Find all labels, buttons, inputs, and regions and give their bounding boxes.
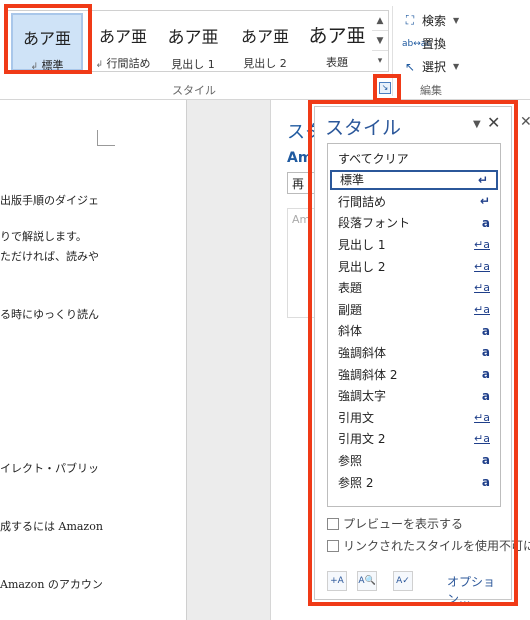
styles-pane: スタイル ▼ ✕ すべてクリア 標準 ↵ 行間詰め ↵ 段落フォント a 見出し 1 ↵a 見出し… xyxy=(314,106,530,606)
style-item-label: 副題 xyxy=(338,302,363,317)
gallery-item-heading-2[interactable]: あア亜 見出し 2 xyxy=(229,13,301,71)
edit-group-label: 編集 xyxy=(420,84,442,97)
style-type-icon: ↵a xyxy=(474,432,490,446)
options-link[interactable]: オプション... xyxy=(447,573,511,607)
style-item[interactable]: 強調太字 a xyxy=(330,386,498,406)
style-item-label: 表題 xyxy=(338,281,363,296)
style-item[interactable]: 参照 2 a xyxy=(330,472,498,492)
style-item[interactable]: 強調斜体 a xyxy=(330,342,498,362)
binoculars-icon: ⛶ xyxy=(405,13,415,27)
close-icon[interactable]: ✕ xyxy=(520,114,530,130)
styles-pane-title: スタイル xyxy=(325,117,402,139)
style-item[interactable]: 参照 a xyxy=(330,450,498,470)
new-style-icon[interactable]: +A xyxy=(327,571,347,591)
find-button[interactable]: ⛶ 検索 ▼ xyxy=(402,12,459,29)
style-item[interactable]: 見出し 1 ↵a xyxy=(330,234,498,254)
gallery-item-heading-1[interactable]: あア亜 見出し 1 xyxy=(157,13,229,71)
gallery-scroll: ▲ ▼ ▾ xyxy=(372,10,389,72)
cursor-icon: ↖ xyxy=(404,59,416,74)
style-type-icon: ↵ xyxy=(479,194,490,209)
doc-line: イレクト・パブリッ xyxy=(0,462,99,475)
gallery-item-normal[interactable]: あア亜 ↲ 標準 xyxy=(11,13,83,72)
style-inspector-icon[interactable]: A🔍 xyxy=(357,571,377,591)
pane-options-icon[interactable]: ▼ xyxy=(473,119,481,130)
doc-line: 成するには Amazon xyxy=(0,520,103,533)
doc-line: りで解説します。 xyxy=(0,230,87,243)
select-button[interactable]: ↖ 選択 ▼ xyxy=(402,58,459,75)
style-item-label: 斜体 xyxy=(338,324,363,339)
style-type-icon: a xyxy=(481,367,490,381)
style-item[interactable]: 標準 ↵ xyxy=(330,169,498,190)
doc-line: る時にゆっくり読ん xyxy=(0,308,99,321)
style-type-icon: a xyxy=(481,475,490,489)
style-item[interactable]: 見出し 2 ↵a xyxy=(330,256,498,276)
styles-group-label: スタイル xyxy=(172,84,216,97)
style-type-icon: ↵a xyxy=(474,237,490,251)
ribbon: あア亜 ↲ 標準 あア亜 ↲ 行間詰め あア亜 見出し 1 あア亜 見出し 2 … xyxy=(0,0,530,100)
style-item-label: 見出し 2 xyxy=(338,259,386,274)
disable-linked-styles-option[interactable]: リンクされたスタイルを使用不可にす xyxy=(327,537,530,554)
styles-gallery: あア亜 ↲ 標準 あア亜 ↲ 行間詰め あア亜 見出し 1 あア亜 見出し 2 … xyxy=(6,10,378,72)
gallery-down-icon[interactable]: ▼ xyxy=(372,31,388,51)
style-item[interactable]: 副題 ↵a xyxy=(330,299,498,319)
gallery-up-icon[interactable]: ▲ xyxy=(372,11,388,31)
chevron-down-icon: ▼ xyxy=(453,62,460,71)
style-type-icon: a xyxy=(481,388,490,403)
style-item-label: 段落フォント xyxy=(338,216,411,231)
style-type-icon: ↵a xyxy=(474,302,490,316)
style-item[interactable]: すべてクリア xyxy=(330,148,498,168)
replace-button[interactable]: ab↔ac 置換 xyxy=(402,35,446,52)
replace-icon: ab↔ac xyxy=(402,38,432,49)
style-item-label: 強調太字 xyxy=(338,389,387,404)
style-item[interactable]: 斜体 a xyxy=(330,321,498,341)
chevron-down-icon: ▼ xyxy=(453,16,460,25)
style-item[interactable]: 段落フォント a xyxy=(330,213,498,233)
gallery-item-title[interactable]: あア亜 表題 xyxy=(299,13,375,71)
close-icon[interactable]: ✕ xyxy=(487,113,500,132)
style-type-icon: ↵a xyxy=(474,259,490,273)
style-item-label: 見出し 1 xyxy=(338,237,386,252)
style-type-icon: a xyxy=(481,345,490,360)
style-type-icon: ↵a xyxy=(474,281,490,295)
style-type-icon: ↵a xyxy=(474,410,490,424)
style-item-label: 引用文 2 xyxy=(338,432,386,447)
style-item-label: 参照 2 xyxy=(338,475,374,490)
margin-marker xyxy=(97,130,115,146)
style-item[interactable]: 強調斜体 2 a xyxy=(330,364,498,384)
style-item-label: 参照 xyxy=(338,453,363,468)
doc-line: ただければ、読みや xyxy=(0,250,99,263)
manage-styles-icon[interactable]: A✓ xyxy=(393,571,413,591)
style-item[interactable]: 表題 ↵a xyxy=(330,278,498,298)
style-item[interactable]: 引用文 2 ↵a xyxy=(330,429,498,449)
style-type-icon: a xyxy=(481,215,490,230)
doc-line: 出版手順のダイジェ xyxy=(0,194,99,207)
divider xyxy=(392,6,393,96)
style-type-icon: a xyxy=(481,453,490,468)
style-item-label: 行間詰め xyxy=(338,194,387,209)
document-page[interactable]: 出版手順のダイジェ りで解説します。 ただければ、読みや る時にゆっくり読ん イ… xyxy=(0,100,187,620)
gallery-more-icon[interactable]: ▾ xyxy=(372,51,388,71)
gallery-item-no-spacing[interactable]: あア亜 ↲ 行間詰め xyxy=(87,13,159,71)
style-item-label: 強調斜体 xyxy=(338,345,387,360)
style-item[interactable]: 引用文 ↵a xyxy=(330,407,498,427)
style-item[interactable]: 行間詰め ↵ xyxy=(330,191,498,211)
checkbox[interactable] xyxy=(327,539,339,552)
styles-launcher-icon[interactable]: ↘ xyxy=(379,82,391,94)
style-item-label: 標準 xyxy=(340,173,365,188)
style-item-label: 引用文 xyxy=(338,410,375,425)
style-item-label: 強調斜体 2 xyxy=(338,367,398,382)
style-type-icon: ↵ xyxy=(477,172,488,187)
doc-line: Amazon のアカウン xyxy=(0,578,103,591)
checkbox[interactable] xyxy=(327,517,339,530)
style-type-icon: a xyxy=(481,323,490,338)
show-preview-option[interactable]: プレビューを表示する xyxy=(327,515,463,532)
style-item-label: すべてクリア xyxy=(338,151,409,166)
styles-list: すべてクリア 標準 ↵ 行間詰め ↵ 段落フォント a 見出し 1 ↵a 見出し 2 ↵a 表題 ↵a 副… xyxy=(327,143,501,507)
